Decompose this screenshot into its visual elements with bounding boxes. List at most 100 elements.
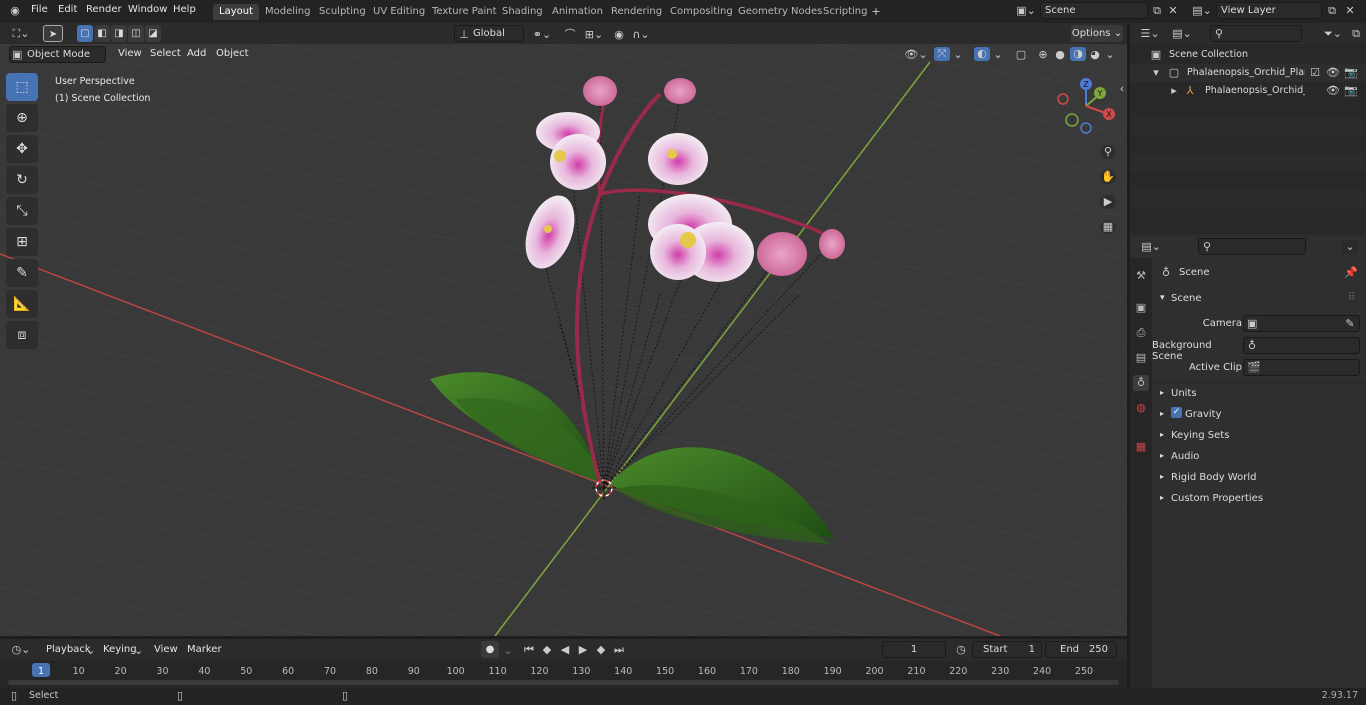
shading-solid-icon[interactable]: ●: [1053, 48, 1067, 62]
overlays-dropdown-icon[interactable]: ⌄: [992, 48, 1004, 62]
bud-top-right[interactable]: [664, 78, 696, 104]
menu-file[interactable]: File: [31, 4, 48, 15]
gravity-checkbox[interactable]: ✓: [1171, 407, 1182, 418]
next-keyframe-icon[interactable]: ◆: [594, 643, 608, 657]
select-mode-extend-icon[interactable]: ◧: [94, 25, 110, 42]
tab-compositing[interactable]: Compositing: [664, 4, 739, 20]
select-mode-new-icon[interactable]: ▢: [77, 25, 93, 42]
xray-toggle-icon[interactable]: ▢: [1014, 48, 1028, 62]
blender-logo-icon[interactable]: ◉: [8, 4, 22, 18]
tab-uv-editing[interactable]: UV Editing: [367, 4, 431, 20]
rotate-tool-icon[interactable]: ↻: [6, 166, 38, 194]
scene-selector-icon[interactable]: ▣⌄: [1014, 4, 1038, 18]
editor-type-icon[interactable]: ⛶⌄: [8, 27, 34, 41]
keying-sets-panel-header[interactable]: Keying Sets: [1171, 430, 1229, 441]
jump-end-icon[interactable]: ⏭: [612, 643, 626, 657]
tab-animation[interactable]: Animation: [546, 4, 609, 20]
transform-tool-icon[interactable]: ⊞: [6, 228, 38, 256]
play-icon[interactable]: ▶: [576, 643, 590, 657]
outliner-row-collection[interactable]: ▾ ▢ Phalaenopsis_Orchid_Plant_0( ☑ 👁 📷: [1130, 64, 1366, 82]
scale-tool-icon[interactable]: ⤡: [6, 197, 38, 225]
snap-toggle-icon[interactable]: ⌒: [562, 28, 578, 42]
select-box-tool-icon[interactable]: ⬚: [6, 73, 38, 101]
exclude-checkbox-icon[interactable]: ☑: [1309, 66, 1321, 80]
overlays-toggle-icon[interactable]: ◐: [974, 47, 990, 61]
viewport-scene[interactable]: Z Y X: [0, 44, 1127, 636]
world-tab-icon[interactable]: ◍: [1133, 400, 1149, 416]
3d-viewport[interactable]: Z Y X User Perspective (1) Scene Collect…: [0, 44, 1127, 636]
viewport-menu-select[interactable]: Select: [150, 48, 181, 59]
tab-shading[interactable]: Shading: [496, 4, 549, 20]
pin-icon[interactable]: 📌: [1344, 266, 1358, 280]
gravity-panel-header[interactable]: Gravity: [1185, 409, 1222, 420]
move-tool-icon[interactable]: ✥: [6, 135, 38, 163]
tab-modeling[interactable]: Modeling: [259, 4, 317, 20]
view-layer-tab-icon[interactable]: ▤: [1133, 350, 1149, 366]
pivot-point-icon[interactable]: ⚭⌄: [530, 28, 554, 42]
new-collection-icon[interactable]: ⧉: [1350, 27, 1362, 41]
tool-tab-icon[interactable]: ⚒: [1133, 268, 1149, 284]
measure-tool-icon[interactable]: 📐: [6, 290, 38, 318]
texture-tab-icon[interactable]: ▦: [1133, 439, 1149, 455]
expand-down-icon[interactable]: ▾: [1152, 66, 1160, 80]
tab-sculpting[interactable]: Sculpting: [313, 4, 372, 20]
new-view-layer-icon[interactable]: ⧉: [1325, 4, 1339, 18]
scene-name-field[interactable]: Scene: [1040, 2, 1148, 19]
custom-properties-panel-header[interactable]: Custom Properties: [1171, 493, 1263, 504]
outliner-filter-icon[interactable]: ⏷⌄: [1320, 27, 1346, 41]
camera-field[interactable]: [1243, 315, 1360, 332]
pan-hand-icon[interactable]: ✋: [1100, 170, 1116, 184]
viewport-menu-add[interactable]: Add: [187, 48, 206, 59]
timeline-scrollbar[interactable]: [8, 680, 1119, 685]
timeline-menu-marker[interactable]: Marker: [187, 644, 222, 655]
annotate-tool-icon[interactable]: ✎: [6, 259, 38, 287]
bud-top-left[interactable]: [583, 76, 617, 106]
eyedropper-icon[interactable]: ✎: [1344, 317, 1356, 331]
tab-geometry-nodes[interactable]: Geometry Nodes: [732, 4, 828, 20]
render-tab-icon[interactable]: ▣: [1133, 300, 1149, 316]
play-reverse-icon[interactable]: ◀: [558, 643, 572, 657]
shading-rendered-icon[interactable]: ◕: [1088, 48, 1102, 62]
expand-right-icon[interactable]: ▸: [1170, 84, 1178, 98]
shading-wireframe-icon[interactable]: ⊕: [1036, 48, 1050, 62]
scene-tab-icon[interactable]: ♁: [1133, 375, 1149, 391]
rigid-body-world-panel-header[interactable]: Rigid Body World: [1171, 472, 1256, 483]
menu-window[interactable]: Window: [128, 4, 167, 15]
auto-keying-icon[interactable]: ●: [481, 641, 499, 658]
visibility-selectability-icon[interactable]: 👁⌄: [904, 48, 928, 62]
view-layer-field[interactable]: View Layer: [1216, 2, 1322, 19]
proportional-edit-icon[interactable]: ◉: [612, 28, 626, 42]
prev-keyframe-icon[interactable]: ◆: [540, 643, 554, 657]
custom-properties-expand-icon[interactable]: ▸: [1160, 493, 1164, 502]
eye-icon[interactable]: 👁: [1326, 84, 1340, 98]
zoom-icon[interactable]: ⚲: [1100, 145, 1116, 159]
bud-large[interactable]: [757, 232, 807, 276]
drag-handle-icon[interactable]: ⠿: [1348, 292, 1355, 303]
tab-texture-paint[interactable]: Texture Paint: [426, 4, 503, 20]
tab-layout[interactable]: Layout: [213, 4, 259, 20]
eye-icon[interactable]: 👁: [1326, 66, 1340, 80]
new-scene-icon[interactable]: ⧉: [1150, 4, 1164, 18]
select-mode-invert-icon[interactable]: ◫: [128, 25, 144, 42]
view-layer-selector-icon[interactable]: ▤⌄: [1190, 4, 1214, 18]
panel-expand-icon[interactable]: ▾: [1160, 293, 1165, 303]
keying-sets-expand-icon[interactable]: ▸: [1160, 430, 1164, 439]
outliner-display-mode-icon[interactable]: ▤⌄: [1170, 27, 1194, 41]
timeline-editor-type-icon[interactable]: ◷⌄: [8, 643, 34, 657]
timeline-menu-keying[interactable]: Keying: [103, 644, 137, 655]
current-frame-field[interactable]: 1: [882, 641, 946, 658]
select-tool-icon[interactable]: ➤: [43, 25, 63, 42]
properties-editor-type-icon[interactable]: ▤⌄: [1138, 240, 1164, 254]
tab-scripting[interactable]: Scripting: [817, 4, 873, 20]
select-mode-subtract-icon[interactable]: ◨: [111, 25, 127, 42]
start-frame-field[interactable]: Start 1: [972, 641, 1042, 658]
gravity-expand-icon[interactable]: ▸: [1160, 409, 1164, 418]
audio-panel-header[interactable]: Audio: [1171, 451, 1199, 462]
delete-view-layer-icon[interactable]: ✕: [1343, 4, 1357, 18]
tab-rendering[interactable]: Rendering: [605, 4, 668, 20]
gizmo-toggle-icon[interactable]: ⤧: [934, 47, 950, 61]
units-panel-header[interactable]: Units: [1171, 388, 1197, 399]
shading-dropdown-icon[interactable]: ⌄: [1104, 48, 1116, 62]
timeline-menu-playback[interactable]: Playback: [46, 644, 91, 655]
outliner-row-scene-collection[interactable]: ▣ Scene Collection: [1130, 46, 1366, 64]
